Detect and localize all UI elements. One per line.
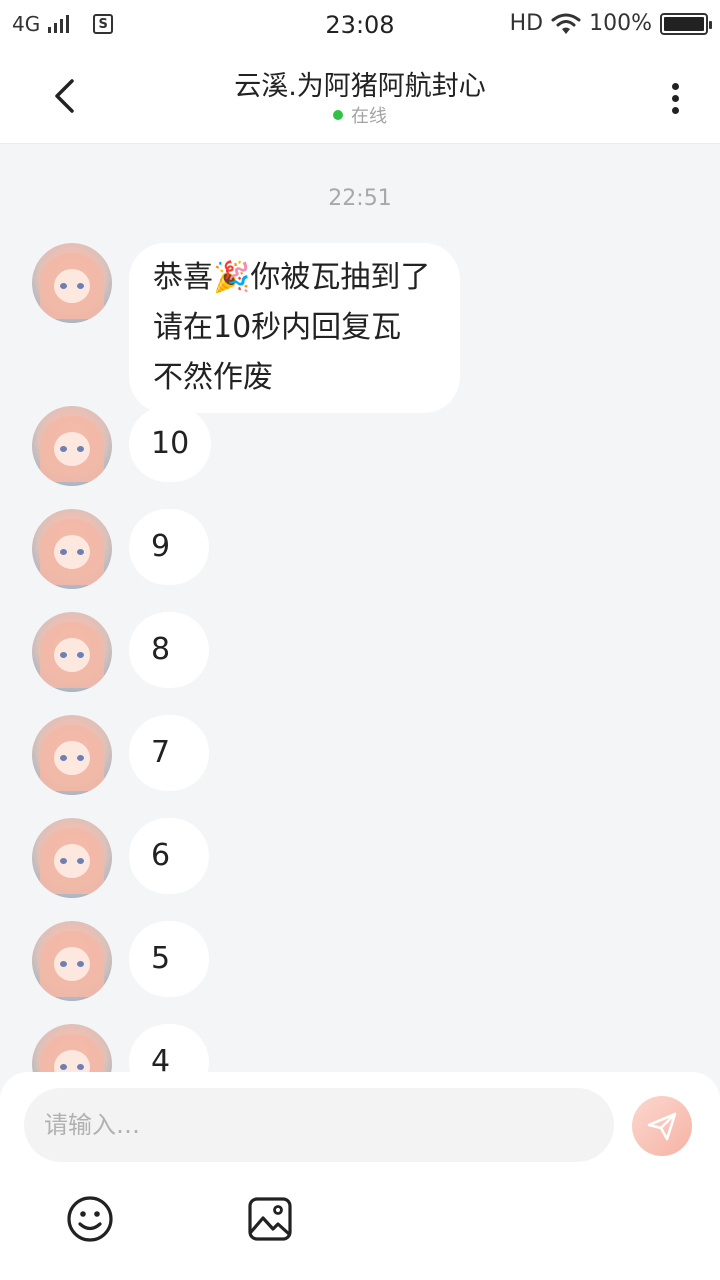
chat-header: 云溪.为阿猪阿航封心 在线 [0, 50, 720, 144]
avatar-eye [77, 755, 84, 761]
message-bubble[interactable]: 10 [129, 406, 212, 482]
avatar[interactable] [32, 818, 112, 898]
battery-icon [660, 12, 712, 35]
avatar[interactable] [32, 715, 112, 795]
more-dot-icon [671, 94, 679, 102]
more-options-button[interactable] [660, 78, 690, 118]
message-bubble[interactable]: 9 [129, 509, 209, 585]
avatar-eye [77, 858, 84, 864]
avatar-eye [60, 446, 67, 452]
message-bubble[interactable]: 6 [129, 818, 209, 894]
message-row: 9 [32, 509, 209, 589]
status-bar-right: HD 100% [509, 11, 712, 36]
message-bubble[interactable]: 8 [129, 612, 209, 688]
image-button[interactable] [245, 1194, 295, 1244]
presence-status: 在线 [0, 102, 720, 128]
more-dot-icon [671, 82, 679, 90]
smiley-icon [67, 1196, 113, 1242]
message-input[interactable] [24, 1088, 614, 1162]
more-dot-icon [671, 106, 679, 114]
message-row: 7 [32, 715, 209, 795]
avatar-eye [60, 755, 67, 761]
online-dot-icon [333, 110, 343, 120]
message-bubble[interactable]: 7 [129, 715, 209, 791]
message-list[interactable]: 22:51 恭喜🎉你被瓦抽到了 请在10秒内回复瓦 不然作废 10 9 8 7 … [0, 144, 720, 1072]
message-row: 恭喜🎉你被瓦抽到了 请在10秒内回复瓦 不然作废 [32, 243, 461, 413]
avatar-eye [60, 549, 67, 555]
chat-title: 云溪.为阿猪阿航封心 [234, 71, 486, 102]
message-line: 恭喜🎉你被瓦抽到了 [153, 260, 431, 295]
message-timestamp: 22:51 [328, 186, 392, 211]
status-bar: 4G S 23:08 HD 100% [0, 0, 720, 50]
avatar-eye [60, 283, 67, 289]
avatar[interactable] [32, 612, 112, 692]
hd-indicator: HD [509, 11, 544, 36]
avatar-eye [77, 549, 84, 555]
send-button[interactable] [632, 1096, 692, 1156]
composer [0, 1072, 720, 1280]
message-line: 请在10秒内回复瓦 [153, 310, 402, 345]
message-line: 不然作废 [153, 360, 273, 395]
message-row: 10 [32, 406, 212, 486]
avatar[interactable] [32, 921, 112, 1001]
presence-label: 在线 [351, 106, 387, 127]
avatar-eye [77, 961, 84, 967]
battery-percent: 100% [589, 11, 652, 36]
avatar-eye [60, 652, 67, 658]
wifi-icon [551, 13, 581, 34]
message-row: 4 [32, 1024, 209, 1072]
avatar[interactable] [32, 1024, 112, 1072]
message-row: 5 [32, 921, 209, 1001]
message-bubble[interactable]: 恭喜🎉你被瓦抽到了 请在10秒内回复瓦 不然作废 [129, 243, 461, 413]
avatar-eye [60, 1064, 67, 1070]
avatar[interactable] [32, 243, 112, 323]
paper-plane-icon [647, 1112, 677, 1141]
image-icon [248, 1197, 292, 1241]
message-bubble[interactable]: 4 [129, 1024, 209, 1072]
avatar-eye [60, 858, 67, 864]
battery-fill [664, 16, 704, 31]
avatar-eye [60, 961, 67, 967]
avatar-eye [77, 283, 84, 289]
avatar-eye [77, 1064, 84, 1070]
emoji-button[interactable] [65, 1194, 115, 1244]
avatar-eye [77, 652, 84, 658]
avatar[interactable] [32, 509, 112, 589]
message-bubble[interactable]: 5 [129, 921, 209, 997]
message-row: 6 [32, 818, 209, 898]
message-row: 8 [32, 612, 209, 692]
avatar-eye [77, 446, 84, 452]
avatar[interactable] [32, 406, 112, 486]
